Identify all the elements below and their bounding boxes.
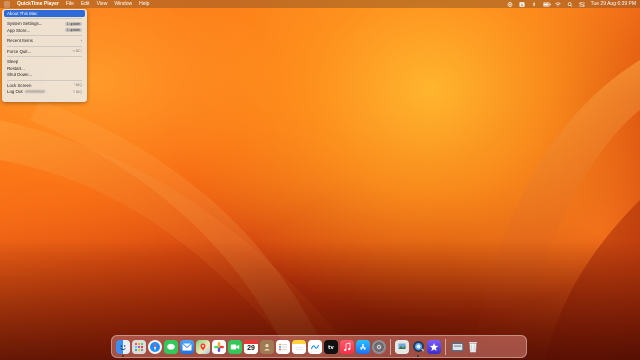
- search-icon[interactable]: [567, 1, 573, 7]
- menu-separator: [7, 56, 82, 57]
- reminders-icon[interactable]: [276, 339, 290, 354]
- maps-icon[interactable]: [196, 339, 210, 354]
- menu-item-label: Force Quit...: [7, 48, 32, 54]
- keyboard-shortcut: ⌥⌘⎋: [71, 49, 82, 54]
- wifi-icon[interactable]: [554, 2, 561, 7]
- photos-icon[interactable]: [212, 339, 226, 354]
- menu-item-label: System Settings...: [7, 21, 43, 27]
- menu-item-label: Shut Down...: [7, 72, 33, 78]
- menu-item-label: Restart...: [7, 65, 25, 71]
- menu-view[interactable]: View: [97, 1, 108, 7]
- apple-menu-icon[interactable]: [4, 0, 10, 8]
- menu-item-restart[interactable]: Restart...: [4, 65, 85, 72]
- quicktime-player-icon[interactable]: [411, 340, 425, 357]
- menu-item-label: App Store...: [7, 27, 31, 33]
- dock-separator: [445, 338, 446, 355]
- app-store-icon[interactable]: [356, 339, 370, 354]
- menu-item-label: Log Out: [7, 89, 23, 95]
- running-indicator: [122, 354, 124, 357]
- downloads-folder-icon[interactable]: [450, 340, 464, 354]
- menu-bar: QuickTime Player File Edit View Window H…: [0, 0, 640, 8]
- menu-separator: [7, 18, 82, 19]
- calendar-icon[interactable]: 29: [244, 339, 258, 354]
- keyboard-shortcut: ^⌘Q: [73, 83, 82, 88]
- notes-icon[interactable]: [292, 339, 306, 354]
- calendar-month-band: [244, 339, 258, 344]
- preview-icon[interactable]: [395, 339, 409, 354]
- menu-edit[interactable]: Edit: [81, 1, 90, 7]
- menu-item-about-this-mac[interactable]: About This Mac: [4, 10, 85, 17]
- safari-icon[interactable]: [148, 339, 162, 354]
- update-badge: 1 update: [64, 21, 82, 26]
- apple-menu-dropdown: About This Mac System Settings... 1 upda…: [2, 9, 87, 102]
- menu-item-force-quit[interactable]: Force Quit... ⌥⌘⎋: [4, 48, 85, 55]
- menu-item-lock-screen[interactable]: Lock Screen ^⌘Q: [4, 82, 85, 89]
- menu-help[interactable]: Help: [139, 1, 149, 7]
- menu-item-label: Recent Items: [7, 38, 33, 44]
- dock: 29 tv: [111, 335, 527, 358]
- apple-tv-icon[interactable]: tv: [324, 339, 338, 354]
- keyboard-shortcut: ⇧⌘Q: [72, 89, 82, 94]
- menu-file[interactable]: File: [66, 1, 74, 7]
- bluetooth-icon[interactable]: [531, 1, 537, 7]
- menu-app-name[interactable]: QuickTime Player: [17, 1, 59, 7]
- menu-separator: [7, 35, 82, 36]
- dock-separator: [390, 338, 391, 355]
- chevron-right-icon: ›: [80, 38, 83, 44]
- menu-item-label: About This Mac: [7, 10, 38, 16]
- update-badge: 1 update: [64, 28, 82, 33]
- svg-text:tv: tv: [328, 345, 334, 351]
- wallpaper-petals: [0, 60, 640, 360]
- freeform-icon[interactable]: [308, 339, 322, 354]
- menu-item-app-store[interactable]: App Store... 1 update: [4, 27, 85, 34]
- messages-icon[interactable]: [164, 339, 178, 354]
- keyboard-input-icon[interactable]: A: [519, 1, 525, 7]
- finder-icon[interactable]: [116, 339, 130, 357]
- launchpad-icon[interactable]: [132, 339, 146, 354]
- menu-separator: [7, 45, 82, 47]
- menu-item-shut-down[interactable]: Shut Down...: [4, 72, 85, 79]
- battery-icon[interactable]: [542, 2, 551, 7]
- menu-clock[interactable]: Tue 29 Aug 6:39 PM: [591, 1, 636, 7]
- music-icon[interactable]: [340, 339, 354, 354]
- menu-item-label: Sleep: [7, 59, 19, 65]
- facetime-icon[interactable]: [228, 339, 242, 354]
- menu-window[interactable]: Window: [114, 1, 132, 7]
- menu-item-log-out[interactable]: Log Out ⇧⌘Q: [4, 89, 85, 96]
- redacted-username: [24, 90, 45, 94]
- menu-item-label: Lock Screen: [7, 82, 32, 88]
- calendar-day: 29: [247, 344, 255, 352]
- imovie-icon[interactable]: [427, 339, 441, 354]
- system-settings-icon[interactable]: [372, 339, 386, 354]
- screen-record-icon[interactable]: [507, 1, 513, 7]
- running-indicator: [417, 354, 419, 357]
- trash-icon[interactable]: [466, 340, 480, 354]
- contacts-icon[interactable]: [260, 339, 274, 354]
- menu-separator: [7, 79, 82, 81]
- control-center-icon[interactable]: [578, 1, 585, 7]
- mail-icon[interactable]: [180, 339, 194, 354]
- menu-item-recent-items[interactable]: Recent Items ›: [4, 38, 85, 45]
